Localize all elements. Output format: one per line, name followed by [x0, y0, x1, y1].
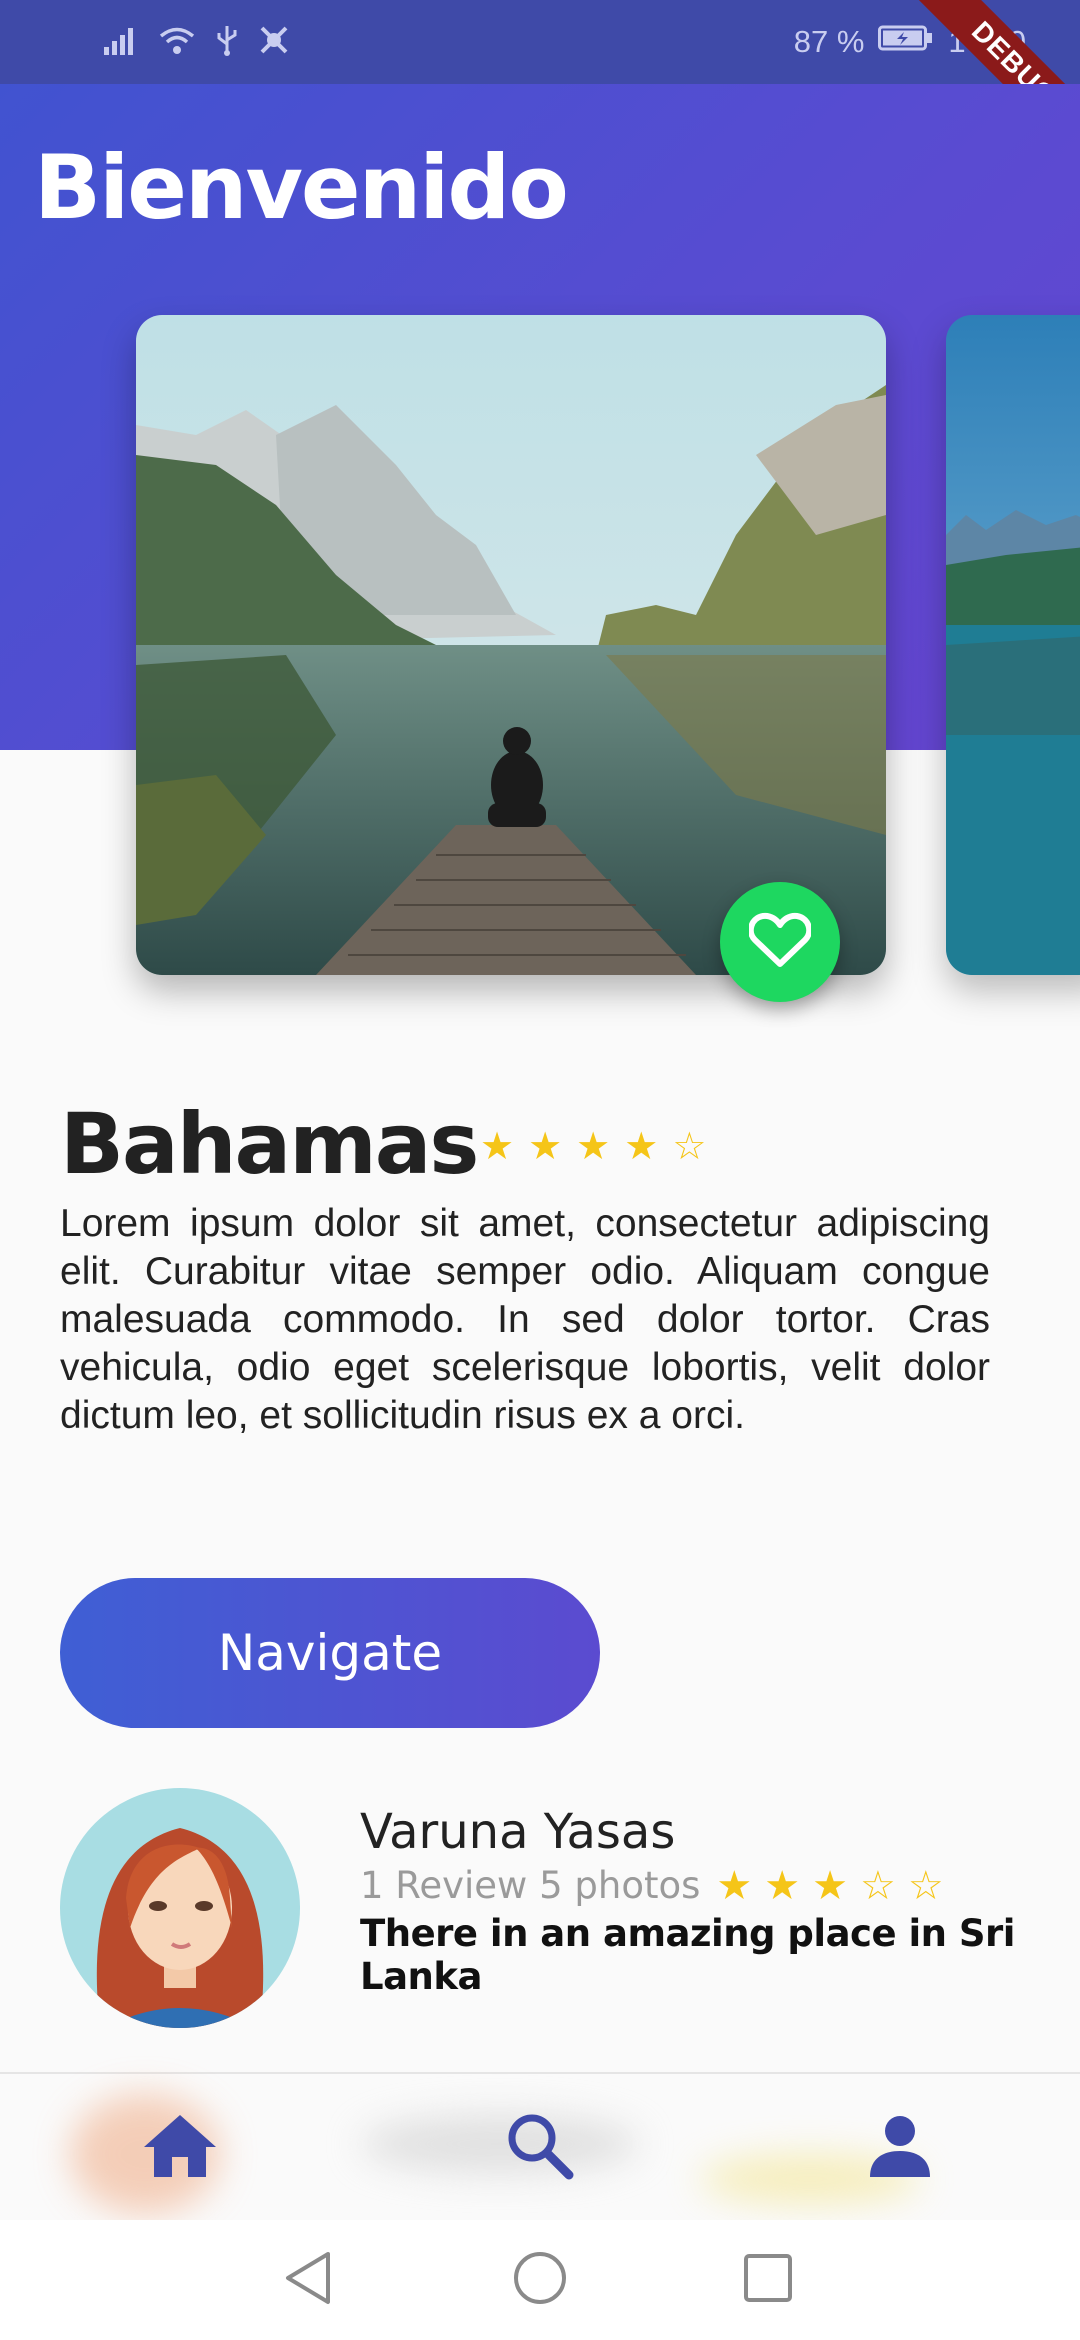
system-recents-button[interactable]	[732, 2244, 804, 2316]
star-filled-icon: ★	[716, 1863, 753, 1908]
place-rating: ★ ★ ★ ★ ☆	[480, 1128, 706, 1166]
home-icon	[142, 2113, 218, 2184]
star-filled-icon: ★	[480, 1126, 515, 1168]
heart-icon	[747, 912, 813, 973]
review-meta-row: 1 Review 5 photos ★ ★ ★ ☆ ☆	[360, 1864, 944, 1907]
review-comment: There in an amazing place in Sri Lanka	[360, 1912, 1015, 1998]
star-filled-icon: ★	[624, 1126, 659, 1168]
status-bar: 87 % 17:00 DEBUG	[0, 0, 1080, 172]
star-filled-icon: ★	[576, 1126, 611, 1168]
signal-icon	[104, 25, 138, 60]
avatar	[60, 1788, 300, 2028]
favorite-button[interactable]	[720, 882, 840, 1002]
back-triangle-icon	[282, 2250, 334, 2311]
place-description: Lorem ipsum dolor sit amet, consectetur …	[60, 1202, 990, 1437]
nav-search[interactable]	[470, 2074, 610, 2222]
star-filled-icon: ★	[764, 1863, 801, 1908]
wifi-icon	[158, 25, 196, 60]
search-icon	[505, 2111, 575, 2186]
star-outline-icon: ☆	[672, 1126, 707, 1168]
battery-icon	[878, 24, 934, 60]
system-home-button[interactable]	[504, 2244, 576, 2316]
navigate-button[interactable]: Navigate	[60, 1578, 600, 1728]
review-meta-text: 1 Review 5 photos	[360, 1864, 701, 1907]
reviewer-name: Varuna Yasas	[360, 1804, 676, 1860]
bottom-navigation	[0, 2072, 1080, 2220]
star-filled-icon: ★	[812, 1863, 848, 1908]
person-icon	[867, 2113, 933, 2184]
recents-square-icon	[743, 2253, 793, 2308]
review-rating: ★ ★ ★ ☆ ☆	[716, 1866, 943, 1906]
system-navigation-bar	[0, 2220, 1080, 2340]
star-filled-icon: ★	[528, 1126, 563, 1168]
usb-icon	[216, 24, 238, 61]
page-title: Bienvenido	[34, 136, 569, 239]
star-outline-icon: ☆	[859, 1863, 896, 1908]
destination-card-next[interactable]	[946, 315, 1080, 975]
app-notification-icon	[258, 24, 290, 61]
home-circle-icon	[512, 2250, 568, 2311]
nav-home[interactable]	[110, 2074, 250, 2222]
place-title: Bahamas	[60, 1095, 479, 1193]
battery-percent: 87 %	[793, 24, 865, 59]
star-outline-icon: ☆	[907, 1863, 944, 1908]
destination-card-image[interactable]	[136, 315, 886, 975]
system-back-button[interactable]	[272, 2244, 344, 2316]
nav-profile[interactable]	[830, 2074, 970, 2222]
